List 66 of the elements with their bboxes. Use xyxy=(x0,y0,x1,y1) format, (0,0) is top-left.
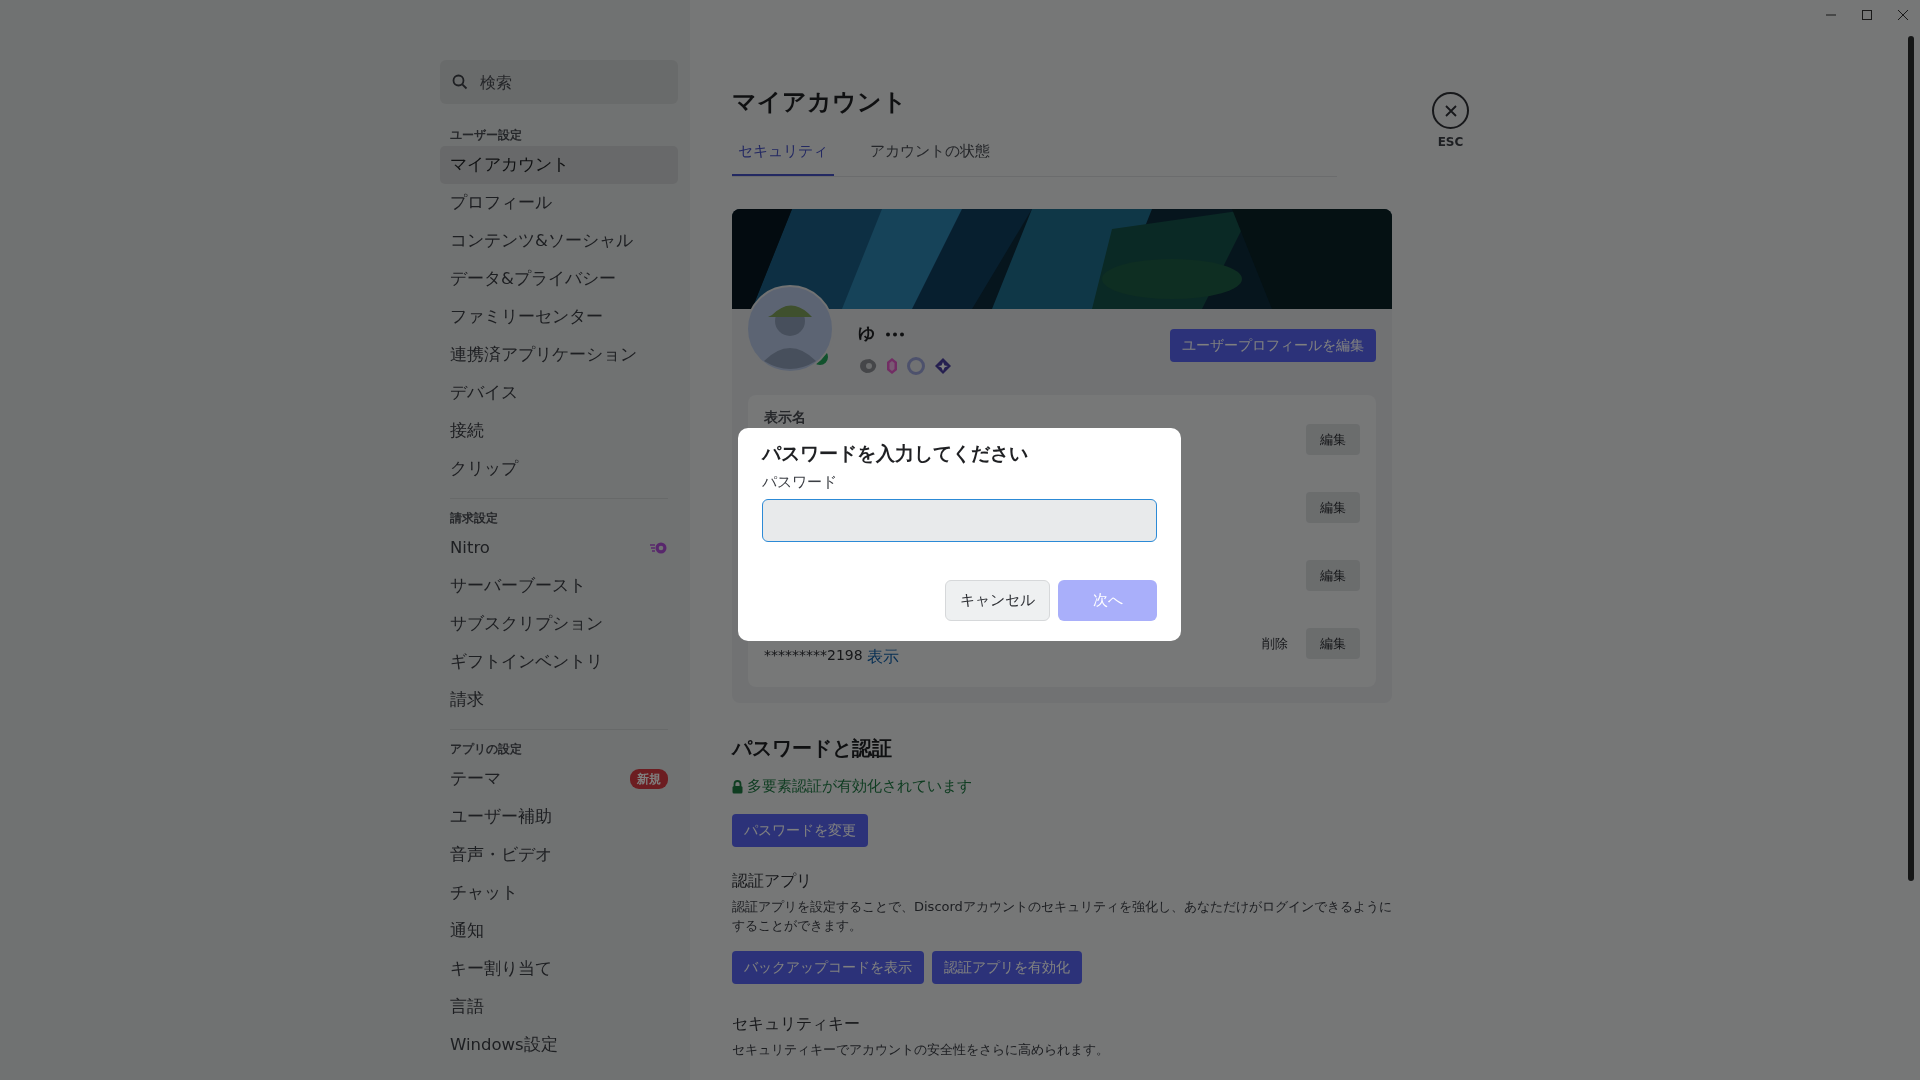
nitro-icon xyxy=(650,541,668,555)
close-button[interactable] xyxy=(1432,92,1469,129)
section-heading: アプリの設定 xyxy=(449,741,523,758)
sidebar-item[interactable]: 請求 xyxy=(440,681,678,719)
description: 認証アプリを設定することで、Discordアカウントのセキュリティを強化し、あなただけがログインできるようにすることができます。 xyxy=(732,897,1392,935)
action-button[interactable]: 認証アプリを有効化 xyxy=(932,950,1082,984)
sidebar-item[interactable]: 言語 xyxy=(440,988,678,1026)
dialog-title: パスワードを入力してください xyxy=(762,442,1029,465)
sidebar-item[interactable]: テーマ 新規 xyxy=(440,760,678,798)
edit-button[interactable]: 編集 xyxy=(1306,627,1360,660)
gem-icon xyxy=(886,356,898,375)
edit-button[interactable]: 編集 xyxy=(1306,491,1360,524)
sidebar-item[interactable]: キー割り当て xyxy=(440,950,678,988)
close-icon xyxy=(1443,103,1458,118)
sidebar-item[interactable]: チャット xyxy=(440,874,678,912)
field-value: *********2198 xyxy=(764,646,863,666)
sidebar-item[interactable]: 音声・ビデオ xyxy=(440,836,678,874)
reveal-link[interactable]: 表示 xyxy=(866,645,899,670)
sidebar-item[interactable]: Nitro xyxy=(440,529,678,567)
sidebar-item[interactable]: 通知 xyxy=(440,912,678,950)
sidebar-item[interactable]: ギフトインベントリ xyxy=(440,643,678,681)
mfa-status: 多要素認証が有効化されています xyxy=(747,776,972,798)
tab[interactable]: アカウントの状態 xyxy=(864,138,996,177)
cancel-button[interactable]: キャンセル xyxy=(945,580,1050,621)
wreath-icon xyxy=(906,356,926,375)
sidebar-item[interactable]: 連携済アプリケーション xyxy=(440,336,678,374)
section-heading: 請求設定 xyxy=(449,510,499,527)
sidebar-item[interactable]: ユーザー補助 xyxy=(440,798,678,836)
password-field[interactable] xyxy=(762,499,1157,543)
diamond-icon xyxy=(934,356,952,375)
sidebar-item[interactable]: ファミリーセンター xyxy=(440,298,678,336)
tab[interactable]: セキュリティ xyxy=(732,138,834,177)
sidebar-item[interactable]: サーバーブースト xyxy=(440,567,678,605)
edit-profile-button[interactable]: ユーザープロフィールを編集 xyxy=(1170,329,1376,363)
sidebar-item[interactable]: デバイス xyxy=(440,374,678,412)
scrollbar[interactable] xyxy=(1908,36,1914,881)
sidebar-item[interactable]: 接続 xyxy=(440,412,678,450)
field-label: パスワード xyxy=(762,471,838,493)
subsection-title: 認証アプリ xyxy=(732,869,813,892)
section-title: パスワードと認証 xyxy=(732,735,893,763)
subsection-title: セキュリティキー xyxy=(732,1012,861,1035)
section-heading: ユーザー設定 xyxy=(449,127,523,144)
page-title: マイアカウント xyxy=(732,88,908,117)
edit-button[interactable]: 編集 xyxy=(1306,559,1360,592)
remove-button[interactable]: 削除 xyxy=(1256,632,1294,655)
badge-icon xyxy=(858,356,878,375)
new-badge: 新規 xyxy=(630,769,668,789)
action-button[interactable]: バックアップコードを表示 xyxy=(732,950,924,984)
close-shortcut: ESC xyxy=(1437,134,1464,151)
sidebar-item[interactable]: マイアカウント xyxy=(440,146,678,184)
username: ゆ xyxy=(858,322,875,346)
lock-icon xyxy=(732,779,743,794)
change-password-button[interactable]: パスワードを変更 xyxy=(732,813,868,847)
search-field[interactable]: 検索 xyxy=(440,60,678,104)
maximize-icon[interactable] xyxy=(1860,8,1874,22)
sidebar-item[interactable]: サブスクリプション xyxy=(440,605,678,643)
field-label: 表示名 xyxy=(764,408,806,428)
sidebar-item[interactable]: データ&プライバシー xyxy=(440,260,678,298)
sidebar-item[interactable]: Windows設定 xyxy=(440,1026,678,1064)
close-icon[interactable] xyxy=(1896,8,1910,22)
more-icon[interactable] xyxy=(885,331,905,337)
sidebar-item[interactable]: クリップ xyxy=(440,450,678,488)
edit-button[interactable]: 編集 xyxy=(1306,423,1360,456)
sidebar-item[interactable]: プロフィール xyxy=(440,184,678,222)
description: セキュリティキーでアカウントの安全性をさらに高められます。 xyxy=(732,1040,1110,1059)
sidebar-item[interactable]: コンテンツ&ソーシャル xyxy=(440,222,678,260)
